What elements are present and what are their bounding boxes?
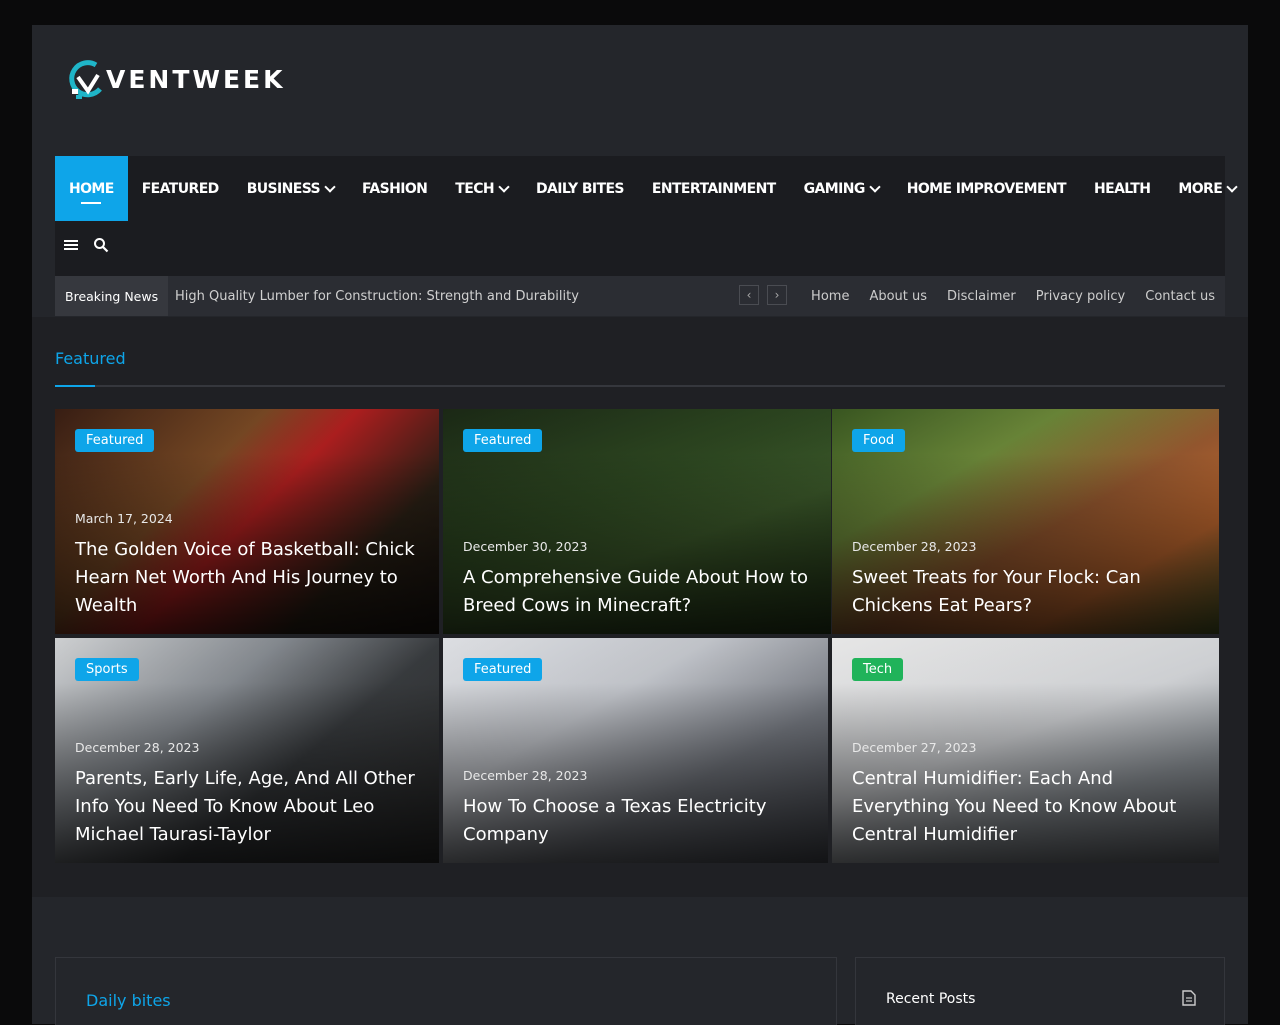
nav-item-tech[interactable]: TECH <box>441 156 522 221</box>
featured-card[interactable]: Food December 28, 2023 Sweet Treats for Yo… <box>832 409 1219 634</box>
post-date: December 28, 2023 <box>852 539 977 554</box>
ticker-controls: ‹ › <box>739 285 787 305</box>
nav-item-label: ENTERTAINMENT <box>651 180 776 197</box>
top-link-disclaimer[interactable]: Disclaimer <box>947 289 1016 304</box>
nav-item-health[interactable]: HEALTH <box>1080 156 1164 221</box>
post-date: March 17, 2024 <box>75 511 173 526</box>
top-link-contact-us[interactable]: Contact us <box>1145 289 1215 304</box>
category-badge[interactable]: Featured <box>463 658 543 681</box>
site-logo[interactable]: VENTWEEK <box>66 55 286 103</box>
featured-card[interactable]: Featured December 28, 2023 How To Choose a… <box>443 638 828 863</box>
document-icon <box>1182 990 1196 1006</box>
card-text: December 28, 2023 Parents, Early Life, Ag… <box>75 740 419 849</box>
nav-item-label: DAILY BITES <box>536 180 625 197</box>
top-link-privacy-policy[interactable]: Privacy policy <box>1036 289 1125 304</box>
post-date: December 27, 2023 <box>852 740 977 755</box>
post-title[interactable]: Parents, Early Life, Age, And All Other … <box>75 765 419 849</box>
nav-item-home-improvement[interactable]: HOME IMPROVEMENT <box>893 156 1080 221</box>
post-date: December 28, 2023 <box>75 740 200 755</box>
card-text: March 17, 2024 The Golden Voice of Basket… <box>75 511 419 620</box>
nav-item-daily-bites[interactable]: DAILY BITES <box>522 156 638 221</box>
nav-item-fashion[interactable]: FASHION <box>348 156 441 221</box>
main-navigation: HOME FEATURED BUSINESS FASHION TECH DAILY BIT… <box>55 156 1238 276</box>
post-title[interactable]: The Golden Voice of Basketball: Chick He… <box>75 536 419 620</box>
logo-text: VENTWEEK <box>106 64 286 94</box>
post-title[interactable]: Sweet Treats for Your Flock: Can Chicken… <box>852 564 1199 620</box>
nav-item-featured[interactable]: FEATURED <box>128 156 233 221</box>
section-title: Featured <box>55 349 126 368</box>
nav-item-label: HEALTH <box>1093 180 1151 197</box>
nav-item-label: MORE <box>1178 180 1223 197</box>
menu-icon[interactable] <box>63 237 79 253</box>
breaking-news-bar: Breaking News High Quality Lumber for Co… <box>55 276 1225 316</box>
card-text: December 30, 2023 A Comprehensive Guide A… <box>463 539 811 620</box>
top-links: Home About us Disclaimer Privacy policy Cont… <box>811 276 1215 316</box>
breaking-news-headline[interactable]: High Quality Lumber for Construction: St… <box>175 276 579 316</box>
recent-posts-widget: Recent Posts <box>855 957 1225 1025</box>
nav-item-entertainment[interactable]: ENTERTAINMENT <box>638 156 790 221</box>
featured-card[interactable]: Sports December 28, 2023 Parents, Early Li… <box>55 638 439 863</box>
breaking-news-label: Breaking News <box>55 276 169 316</box>
chevron-down-icon <box>1226 180 1238 193</box>
nav-item-label: FASHION <box>362 180 428 197</box>
card-text: December 28, 2023 Sweet Treats for Your F… <box>852 539 1199 620</box>
category-badge[interactable]: Sports <box>75 658 139 681</box>
search-icon[interactable] <box>93 237 109 253</box>
post-title[interactable]: A Comprehensive Guide About How to Breed… <box>463 564 811 620</box>
card-text: December 28, 2023 How To Choose a Texas E… <box>463 768 808 849</box>
category-badge[interactable]: Featured <box>75 429 155 452</box>
category-badge[interactable]: Tech <box>852 658 904 681</box>
ticker-prev-button[interactable]: ‹ <box>739 285 759 305</box>
chevron-down-icon <box>869 180 881 193</box>
post-date: December 28, 2023 <box>463 768 588 783</box>
daily-bites-title: Daily bites <box>86 991 171 1010</box>
chevron-down-icon <box>324 180 336 193</box>
nav-item-label: FEATURED <box>141 180 220 197</box>
page: VENTWEEK HOME FEATURED BUSINESS FASHION TECH… <box>32 25 1248 1025</box>
nav-item-label: GAMING <box>803 180 866 197</box>
nav-menu: HOME FEATURED BUSINESS FASHION TECH DAILY BIT… <box>55 156 1250 221</box>
logo-mark-icon <box>69 60 102 99</box>
ticker-next-button[interactable]: › <box>767 285 787 305</box>
featured-grid: Featured March 17, 2024 The Golden Voice o… <box>55 409 1219 863</box>
card-text: December 27, 2023 Central Humidifier: Eac… <box>852 740 1199 849</box>
top-link-about-us[interactable]: About us <box>869 289 927 304</box>
featured-card[interactable]: Featured December 30, 2023 A Comprehensive… <box>443 409 831 634</box>
post-date: December 30, 2023 <box>463 539 588 554</box>
nav-item-home[interactable]: HOME <box>55 156 128 221</box>
featured-card[interactable]: Tech December 27, 2023 Central Humidifier:… <box>832 638 1219 863</box>
featured-card[interactable]: Featured March 17, 2024 The Golden Voice o… <box>55 409 439 634</box>
daily-bites-widget: Daily bites <box>55 957 837 1025</box>
category-badge[interactable]: Featured <box>463 429 543 452</box>
featured-section: Featured Featured March 17, 2024 The Golde… <box>32 317 1248 897</box>
category-badge[interactable]: Food <box>852 429 906 452</box>
top-link-home[interactable]: Home <box>811 289 849 304</box>
post-title[interactable]: How To Choose a Texas Electricity Compan… <box>463 793 808 849</box>
nav-item-label: BUSINESS <box>246 180 321 197</box>
nav-tools <box>63 226 109 264</box>
post-title[interactable]: Central Humidifier: Each And Everything … <box>852 765 1199 849</box>
chevron-down-icon <box>498 180 510 193</box>
nav-item-gaming[interactable]: GAMING <box>790 156 893 221</box>
nav-item-label: HOME IMPROVEMENT <box>906 180 1067 197</box>
nav-item-label: TECH <box>455 180 494 197</box>
nav-item-more[interactable]: MORE <box>1164 156 1250 221</box>
nav-item-label: HOME <box>69 180 114 197</box>
recent-posts-title: Recent Posts <box>886 991 976 1007</box>
section-divider <box>55 385 1225 387</box>
nav-item-business[interactable]: BUSINESS <box>233 156 348 221</box>
